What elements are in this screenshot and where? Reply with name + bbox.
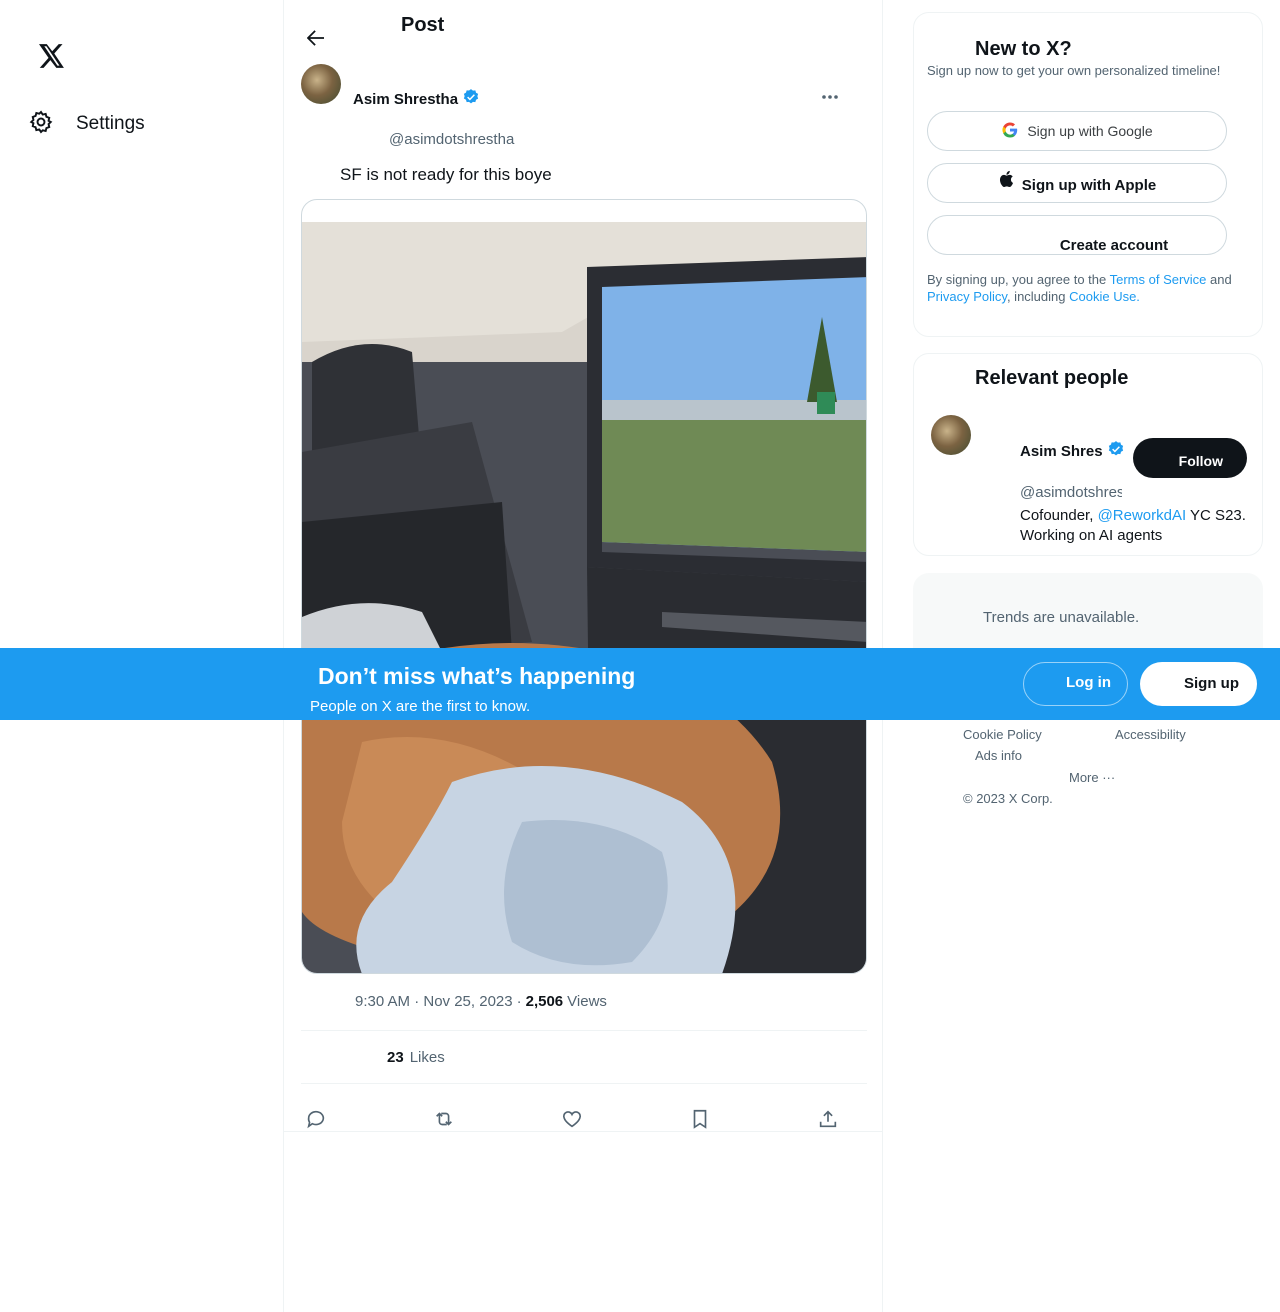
post-text: SF is not ready for this boye [340, 165, 552, 184]
banner-subtitle: People on X are the first to know. [310, 698, 531, 715]
signup-apple-label: Sign up with Apple [1021, 177, 1157, 194]
signup-button[interactable]: Sign up [1140, 662, 1257, 706]
verified-badge-icon [462, 88, 480, 110]
follow-button[interactable]: Follow [1133, 438, 1247, 478]
bio-prefix: Cofounder, [1020, 507, 1098, 524]
banner-title: Don’t miss what’s happening [318, 663, 636, 689]
footer-copyright: © 2023 X Corp. [963, 791, 1053, 806]
page-title: Post [401, 14, 445, 36]
divider [301, 1083, 867, 1084]
author-handle[interactable]: @asimdotshrestha [389, 131, 514, 148]
views-label: Views [567, 993, 607, 1010]
terms-link[interactable]: Terms of Service [1110, 272, 1207, 287]
views-count: 2,506 [525, 993, 564, 1010]
bio-mention-link[interactable]: @ReworkdAI [1098, 507, 1187, 524]
post-meta: 9:30 AM · Nov 25, 2023 · 2,506 Views [355, 993, 607, 1010]
relevant-people-card: Relevant people Asim Shres @asimdotshres… [913, 353, 1263, 556]
login-label: Log in [1066, 674, 1111, 691]
trends-unavailable-text: Trends are unavailable. [983, 609, 1140, 626]
new-to-x-subtitle: Sign up now to get your own personalized… [927, 63, 1221, 78]
divider [284, 1131, 883, 1132]
login-button[interactable]: Log in [1023, 662, 1128, 706]
reply-icon[interactable] [301, 1106, 331, 1132]
login-banner: Don’t miss what’s happening People on X … [0, 648, 1280, 720]
likes-count: 23 [387, 1049, 404, 1066]
verified-badge-icon [1107, 440, 1125, 462]
relevant-user-handle[interactable]: @asimdotshrestha [1020, 484, 1122, 501]
post-media[interactable] [301, 199, 867, 974]
cookie-use-link[interactable]: Cookie Use. [1069, 289, 1140, 304]
x-logo-icon[interactable] [33, 37, 71, 75]
privacy-link[interactable]: Privacy Policy [927, 289, 1007, 304]
gear-icon [28, 109, 54, 140]
post-timestamp[interactable]: 9:30 AM · Nov 25, 2023 [355, 993, 513, 1010]
new-to-x-card: New to X? Sign up now to get your own pe… [913, 12, 1263, 337]
footer-ads-info[interactable]: Ads info [975, 748, 1022, 763]
new-to-x-title: New to X? [975, 38, 1072, 60]
avatar[interactable] [931, 415, 971, 455]
legal-and: and [1206, 272, 1232, 287]
footer-more[interactable]: More ··· [1069, 770, 1115, 785]
footer-accessibility[interactable]: Accessibility [1115, 727, 1186, 742]
signup-google-label: Sign up with Google [1027, 123, 1153, 139]
legal-prefix: By signing up, you agree to the [927, 272, 1110, 287]
google-icon [1001, 121, 1019, 142]
signup-label: Sign up [1184, 675, 1239, 692]
apple-icon [998, 170, 1014, 192]
relevant-user-bio: Cofounder, @ReworkdAI YC S23. Working on… [1020, 506, 1260, 546]
back-arrow-icon[interactable] [301, 24, 331, 52]
post-photo[interactable] [302, 222, 866, 973]
likes-label: Likes [409, 1049, 445, 1066]
author-name[interactable]: Asim Shrestha [353, 88, 480, 110]
relevant-user-name[interactable]: Asim Shres [1020, 440, 1125, 462]
author-avatar[interactable] [301, 64, 341, 104]
signup-apple-button[interactable]: Sign up with Apple [927, 163, 1227, 203]
legal-text: By signing up, you agree to the Terms of… [927, 271, 1257, 305]
share-icon[interactable] [813, 1106, 843, 1132]
post-actions [301, 1106, 867, 1132]
nav-settings-label: Settings [76, 113, 145, 134]
nav-settings[interactable]: Settings [22, 104, 151, 144]
author-name-text: Asim Shrestha [353, 90, 459, 108]
relevant-user-name-text: Asim Shres [1020, 442, 1103, 460]
create-account-button[interactable]: Create account [927, 215, 1227, 255]
follow-label: Follow [1178, 453, 1223, 469]
relevant-people-title: Relevant people [975, 367, 1129, 389]
more-options-icon[interactable] [818, 85, 842, 109]
like-heart-icon[interactable] [557, 1106, 587, 1132]
divider [301, 1030, 867, 1031]
create-account-label: Create account [1059, 237, 1169, 254]
repost-icon[interactable] [429, 1106, 459, 1132]
meta-separator: · [516, 993, 522, 1010]
signup-google-button[interactable]: Sign up with Google [927, 111, 1227, 151]
footer-cookie-policy[interactable]: Cookie Policy [963, 727, 1042, 742]
bookmark-icon[interactable] [685, 1106, 715, 1132]
legal-including: , including [1006, 289, 1070, 304]
likes-summary[interactable]: 23 Likes [387, 1049, 445, 1066]
